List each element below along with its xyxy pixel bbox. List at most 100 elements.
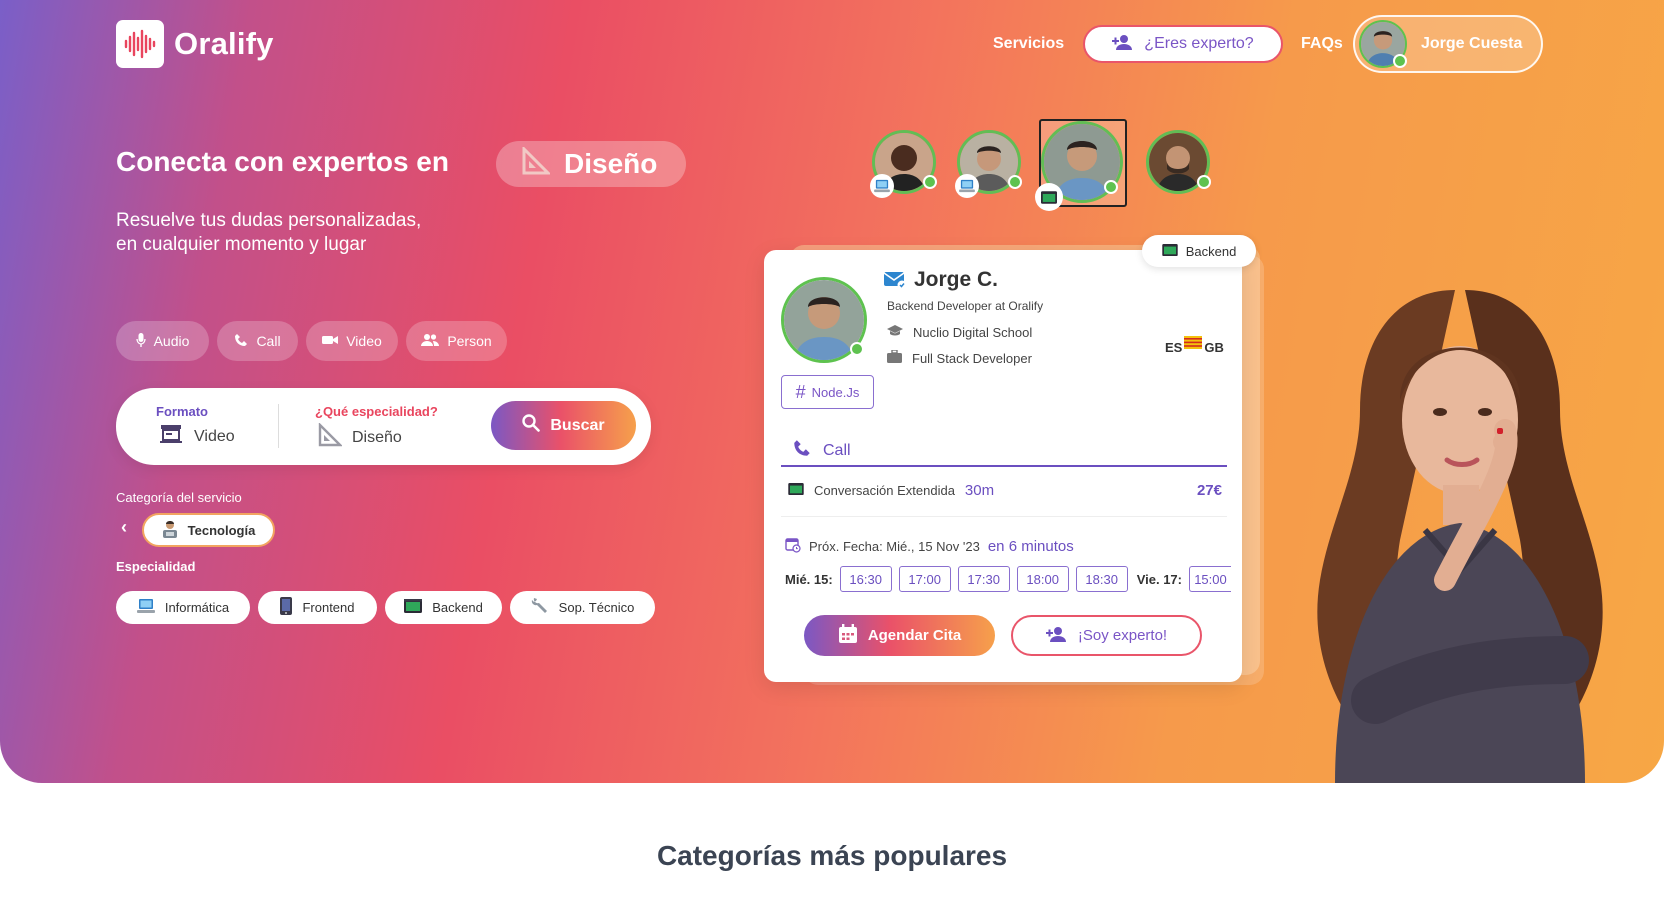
expert-languages: ES GB: [1165, 335, 1224, 355]
are-you-expert-label: ¿Eres experto?: [1144, 35, 1254, 52]
category-chip-label: Tecnología: [187, 522, 256, 538]
format-chip-label: Person: [447, 333, 492, 349]
specialty-chip-backend[interactable]: Backend: [385, 591, 502, 624]
phone-icon: [234, 333, 248, 350]
service-row[interactable]: Conversación Extendida 30m 27€: [788, 482, 1226, 499]
expert-school: Nuclio Digital School: [913, 325, 1033, 340]
book-appointment-button[interactable]: Agendar Cita: [804, 615, 995, 656]
laptop-icon: [955, 174, 979, 198]
format-chip-label: Audio: [153, 333, 190, 349]
search-button-label: Buscar: [550, 416, 605, 434]
service-category-label: Categoría del servicio: [116, 490, 242, 505]
specialty-section-label: Especialidad: [116, 559, 196, 574]
format-select[interactable]: Video: [158, 423, 235, 450]
im-expert-label: ¡Soy experto!: [1077, 627, 1168, 644]
hero-subtitle-line2: en cualquier momento y lugar: [116, 234, 367, 255]
online-status-dot: [1197, 175, 1211, 189]
next-date-row: Próx. Fecha: Mié., 15 Nov '23 en 6 minut…: [785, 537, 1074, 556]
people-icon: [421, 333, 440, 349]
specialty-value: Diseño: [352, 428, 402, 446]
are-you-expert-button[interactable]: ¿Eres experto?: [1083, 25, 1283, 63]
expert-job: Full Stack Developer: [912, 350, 1032, 366]
service-name: Conversación Extendida: [814, 483, 955, 498]
backend-badge: Backend: [1142, 235, 1256, 267]
service-price: 27€: [1196, 482, 1222, 499]
set-square-icon: [318, 422, 343, 452]
hero-section: Oralify Servicios ¿Eres experto? FAQs Jo…: [0, 0, 1664, 783]
divider: [781, 516, 1227, 517]
add-user-icon: [1112, 34, 1134, 55]
specialty-field-label: ¿Qué especialidad?: [315, 404, 438, 419]
skill-tag-label: Node.Js: [811, 384, 860, 400]
brand-name: Oralify: [174, 26, 274, 61]
online-status-dot: [1393, 54, 1407, 68]
specialty-chip-frontend[interactable]: Frontend: [258, 591, 377, 624]
expert-job-row: Full Stack Developer: [887, 349, 1032, 366]
catalan-flag-icon: [1184, 335, 1203, 352]
im-expert-button[interactable]: ¡Soy experto!: [1011, 615, 1202, 656]
time-slot[interactable]: 17:00: [898, 566, 951, 592]
graduation-cap-icon: [887, 325, 903, 340]
category-chip-technology[interactable]: Tecnología: [142, 513, 275, 547]
nav-services-link[interactable]: Servicios: [993, 35, 1064, 53]
language-es: ES: [1165, 340, 1183, 355]
time-slot[interactable]: 17:30: [957, 566, 1010, 592]
backend-badge-label: Backend: [1185, 243, 1237, 259]
next-date-relative: en 6 minutos: [987, 538, 1074, 555]
service-duration: 30m: [964, 482, 995, 499]
time-slot[interactable]: 18:00: [1016, 566, 1069, 592]
format-chip-label: Video: [346, 333, 382, 349]
format-chip-person[interactable]: Person: [406, 321, 507, 361]
format-value: Video: [194, 427, 235, 445]
topic-pill: Diseño: [496, 141, 686, 187]
search-icon: [522, 414, 541, 437]
laptop-icon: [870, 174, 894, 198]
brand-logo[interactable]: Oralify: [116, 20, 274, 68]
mic-icon: [135, 332, 146, 350]
technician-icon: [162, 520, 178, 541]
format-chip-video[interactable]: Video: [306, 321, 398, 361]
specialty-chip-label: Frontend: [302, 600, 355, 615]
user-profile-button[interactable]: Jorge Cuesta: [1353, 15, 1543, 73]
skill-tag-nodejs[interactable]: # Node.Js: [781, 375, 874, 409]
specialty-chip-label: Sop. Técnico: [558, 600, 635, 615]
tab-call-label: Call: [823, 441, 851, 459]
time-slot[interactable]: 16:30: [839, 566, 892, 592]
expert-name: Jorge C.: [914, 268, 999, 291]
online-status-dot: [1104, 180, 1118, 194]
terminal-icon: [788, 483, 804, 498]
laptop-icon: [136, 598, 155, 617]
time-slot[interactable]: 15:00: [1188, 566, 1231, 592]
time-slot[interactable]: 18:30: [1075, 566, 1128, 592]
language-gb: GB: [1204, 340, 1224, 355]
expert-role: Backend Developer at Oralify: [887, 299, 1044, 313]
hero-subtitle-line1: Resuelve tus dudas personalizadas,: [116, 210, 422, 231]
add-user-icon: [1045, 626, 1068, 646]
popular-categories-title: Categorías más populares: [656, 840, 1008, 871]
chevron-left-icon[interactable]: ‹: [121, 517, 127, 538]
search-bar: Formato Video ¿Qué especialidad? Diseño …: [116, 388, 651, 465]
projector-icon: [158, 423, 184, 450]
user-name: Jorge Cuesta: [1421, 35, 1523, 52]
time-slots-row: Mié. 15: 16:30 17:00 17:30 18:00 18:30 V…: [785, 566, 1231, 592]
specialty-select[interactable]: Diseño: [318, 422, 402, 452]
format-chip-audio[interactable]: Audio: [116, 321, 209, 361]
online-status-dot: [923, 175, 937, 189]
terminal-icon: [1035, 183, 1063, 211]
video-icon: [322, 333, 339, 349]
specialty-chip-label: Informática: [164, 600, 230, 615]
search-button[interactable]: Buscar: [491, 401, 636, 450]
book-appointment-label: Agendar Cita: [867, 627, 962, 644]
user-avatar: [1359, 20, 1407, 68]
format-field-label: Formato: [156, 404, 208, 419]
specialty-chip-informatica[interactable]: Informática: [116, 591, 250, 624]
format-chip-call[interactable]: Call: [217, 321, 298, 361]
tab-call[interactable]: Call: [781, 436, 1227, 467]
nav-faqs-link[interactable]: FAQs: [1301, 35, 1343, 53]
search-divider: [278, 404, 279, 448]
slot-day-label: Vie. 17:: [1136, 571, 1182, 587]
calendar-clock-icon: [785, 537, 801, 556]
specialty-chip-soporte[interactable]: Sop. Técnico: [510, 591, 655, 624]
expert-avatar-4[interactable]: [1146, 130, 1211, 194]
expert-avatar[interactable]: [781, 277, 867, 363]
